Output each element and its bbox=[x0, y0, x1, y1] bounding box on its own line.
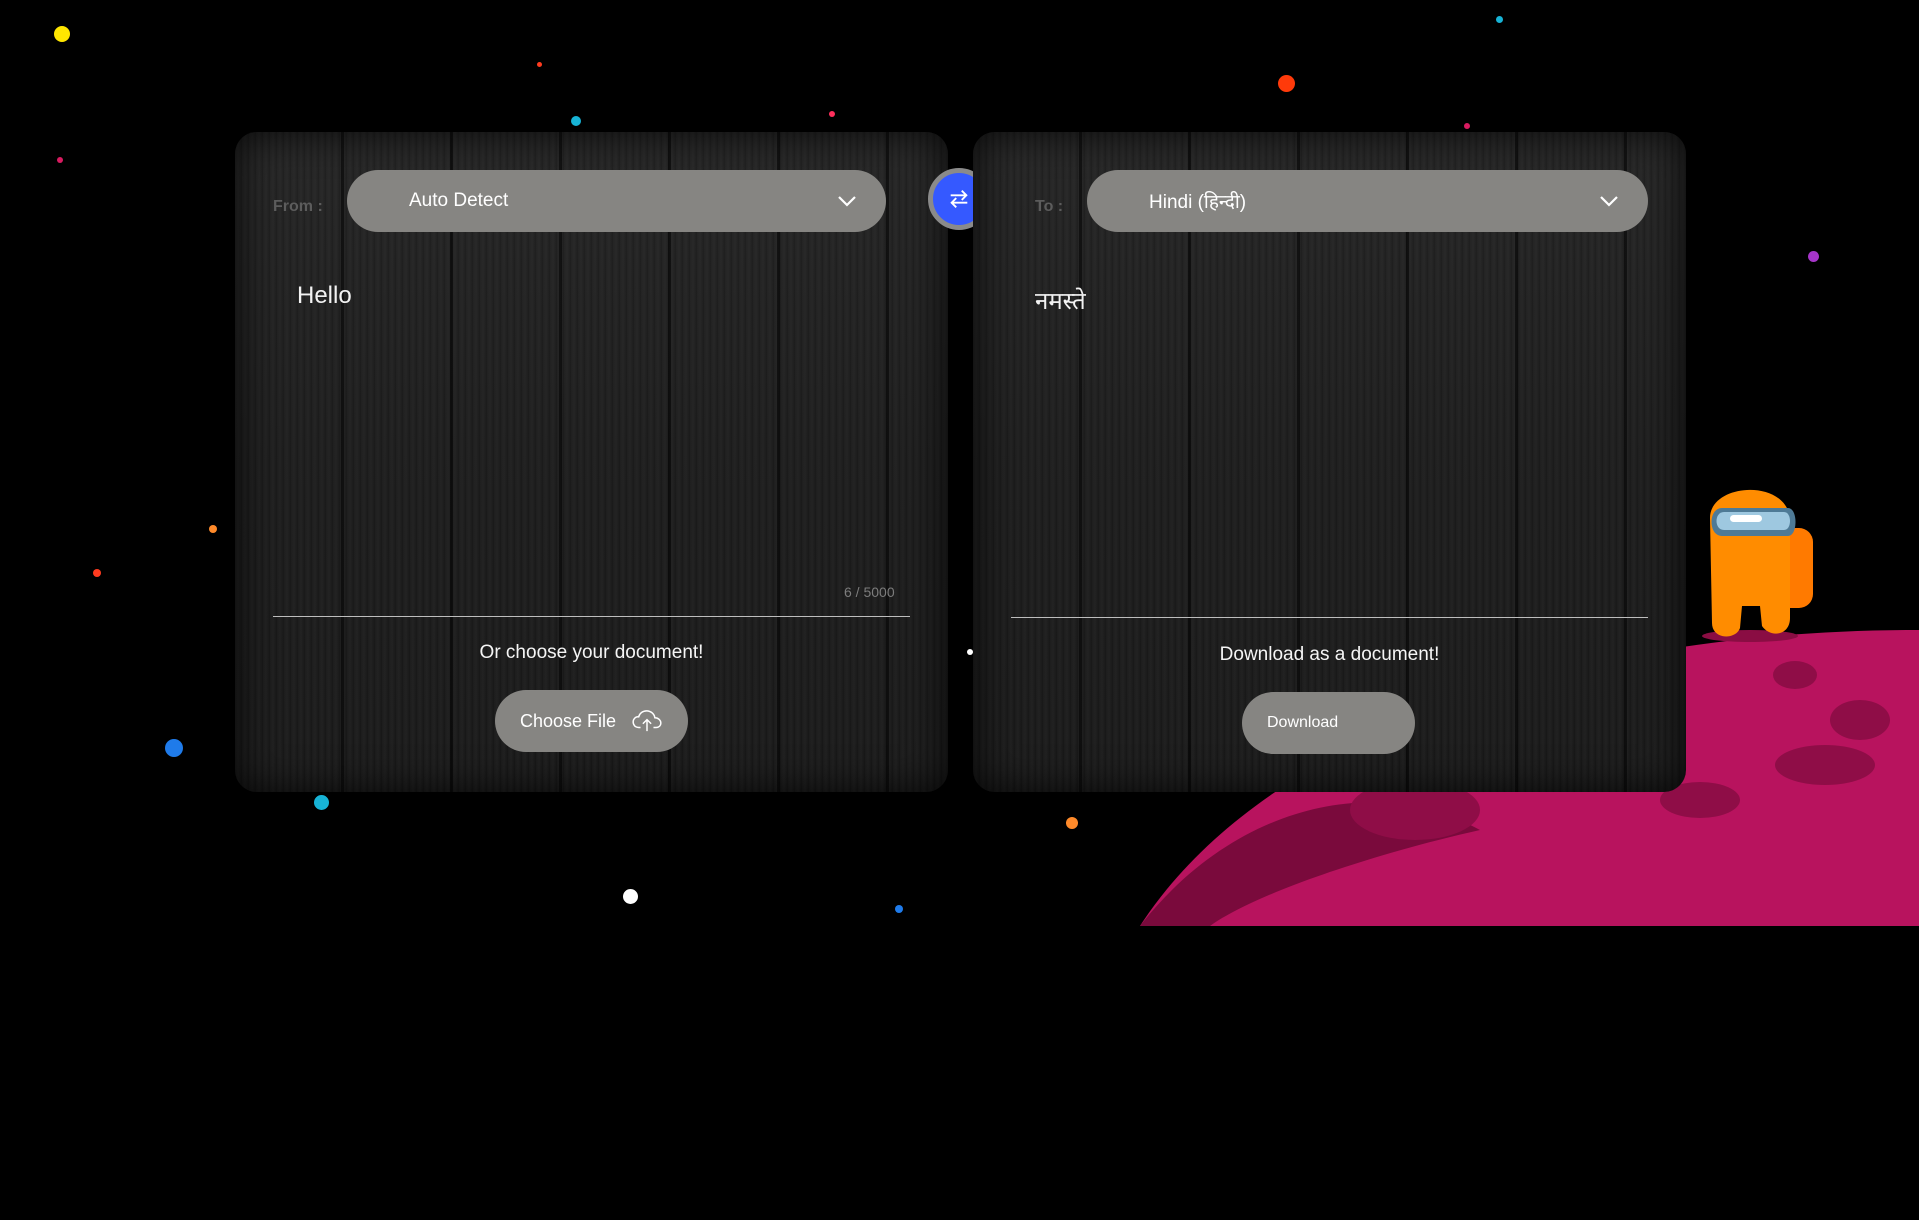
choose-file-button[interactable]: Choose File bbox=[495, 690, 688, 752]
star-decoration bbox=[1496, 16, 1503, 23]
target-language-select[interactable]: Hindi (हिन्दी) bbox=[1087, 170, 1648, 232]
target-divider bbox=[1011, 617, 1648, 618]
chevron-down-icon bbox=[1600, 196, 1618, 207]
star-decoration bbox=[165, 739, 183, 757]
source-language-select[interactable]: Auto Detect bbox=[347, 170, 886, 232]
source-text-input[interactable]: Hello bbox=[297, 282, 897, 582]
star-decoration bbox=[829, 111, 835, 117]
star-decoration bbox=[93, 569, 101, 577]
download-button[interactable]: Download bbox=[1242, 692, 1415, 754]
translated-text-output: नमस्ते bbox=[1035, 287, 1086, 315]
upload-caption: Or choose your document! bbox=[479, 642, 704, 663]
crewmate-illustration bbox=[1702, 489, 1813, 642]
download-caption: Download as a document! bbox=[1219, 644, 1440, 665]
swap-arrows-icon bbox=[950, 190, 968, 208]
star-decoration bbox=[623, 889, 638, 904]
star-decoration bbox=[1278, 75, 1295, 92]
star-decoration bbox=[209, 525, 217, 533]
star-decoration bbox=[54, 26, 70, 42]
cloud-upload-icon bbox=[632, 710, 662, 732]
target-language-label: To : bbox=[1035, 198, 1064, 215]
source-language-value: Auto Detect bbox=[409, 190, 509, 211]
star-decoration bbox=[895, 905, 903, 913]
star-decoration bbox=[571, 116, 581, 126]
star-decoration bbox=[1808, 251, 1819, 262]
source-divider bbox=[273, 616, 910, 617]
source-panel: From : Auto Detect Hello 6 / 5000 Or cho… bbox=[235, 132, 948, 792]
target-language-value: Hindi (हिन्दी) bbox=[1149, 192, 1247, 213]
chevron-down-icon bbox=[838, 196, 856, 207]
choose-file-label: Choose File bbox=[520, 710, 617, 731]
star-decoration bbox=[1464, 123, 1470, 129]
star-decoration bbox=[314, 795, 329, 810]
source-language-label: From : bbox=[273, 198, 323, 215]
target-panel: To : Hindi (हिन्दी) नमस्ते Download as a… bbox=[973, 132, 1686, 792]
star-decoration bbox=[1066, 817, 1078, 829]
character-counter: 6 / 5000 bbox=[844, 584, 895, 600]
star-decoration bbox=[57, 157, 63, 163]
download-label: Download bbox=[1267, 714, 1339, 731]
star-decoration bbox=[537, 62, 542, 67]
